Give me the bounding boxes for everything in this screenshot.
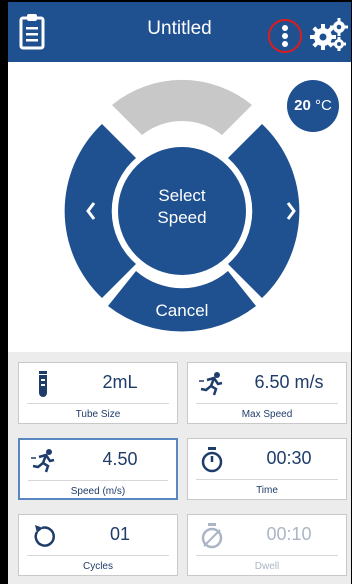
- dial-top-segment: [112, 79, 252, 135]
- time-card[interactable]: 00:30 Time: [187, 438, 347, 500]
- divider: [27, 403, 169, 404]
- divider: [196, 555, 338, 556]
- tube-size-caption: Tube Size: [75, 409, 121, 420]
- card-row: 00:30: [188, 439, 346, 479]
- select-speed-label[interactable]: Select Speed: [124, 185, 240, 229]
- card-row: 2mL: [19, 363, 177, 403]
- runner-icon: [31, 449, 55, 473]
- cycle-icon: [34, 525, 55, 547]
- cycles-caption: Cycles: [82, 561, 113, 572]
- speed-caption: Speed (m/s): [70, 486, 126, 497]
- temperature-unit: °C: [315, 97, 332, 114]
- max-speed-value: 6.50 m/s: [254, 372, 324, 392]
- dwell-value: 00:10: [266, 524, 312, 544]
- runner-icon: [199, 372, 223, 396]
- tube-size-card[interactable]: 2mL Tube Size: [18, 362, 178, 424]
- card-row: 6.50 m/s: [188, 363, 346, 403]
- cycles-value: 01: [109, 524, 131, 544]
- gears-icon: [310, 18, 348, 51]
- tube-size-value: 2mL: [102, 372, 138, 392]
- speed-card[interactable]: 4.50 Speed (m/s): [18, 438, 178, 500]
- select-speed-line1: Select: [158, 186, 206, 205]
- dwell-timer-icon: [201, 523, 223, 549]
- dwell-card: 00:10 Dwell: [187, 514, 347, 576]
- card-row: 01: [19, 515, 177, 555]
- max-speed-card[interactable]: 6.50 m/s Max Speed: [187, 362, 347, 424]
- select-speed-line2: Speed: [157, 208, 207, 227]
- divider: [28, 480, 168, 481]
- settings-button[interactable]: [310, 18, 348, 52]
- time-caption: Time: [256, 485, 278, 496]
- top-bar: Untitled: [8, 0, 351, 62]
- time-value: 00:30: [266, 448, 312, 468]
- more-options-button[interactable]: [268, 19, 302, 53]
- divider: [196, 403, 338, 404]
- app-window: Untitled 20 °C Select Speed Cancel 2mL T…: [8, 0, 351, 584]
- card-row: 00:10: [188, 515, 346, 555]
- parameter-grid: 2mL Tube Size 6.50 m/s Max Speed 4.50 Sp…: [8, 352, 351, 584]
- speed-value: 4.50: [102, 449, 138, 469]
- cancel-button[interactable]: Cancel: [124, 301, 240, 321]
- divider: [196, 479, 338, 480]
- card-row: 4.50: [20, 440, 176, 480]
- cycles-card[interactable]: 01 Cycles: [18, 514, 178, 576]
- tube-icon: [39, 371, 47, 397]
- max-speed-caption: Max Speed: [241, 409, 293, 420]
- dwell-caption: Dwell: [254, 561, 280, 572]
- stopwatch-icon: [201, 447, 223, 473]
- divider: [27, 555, 169, 556]
